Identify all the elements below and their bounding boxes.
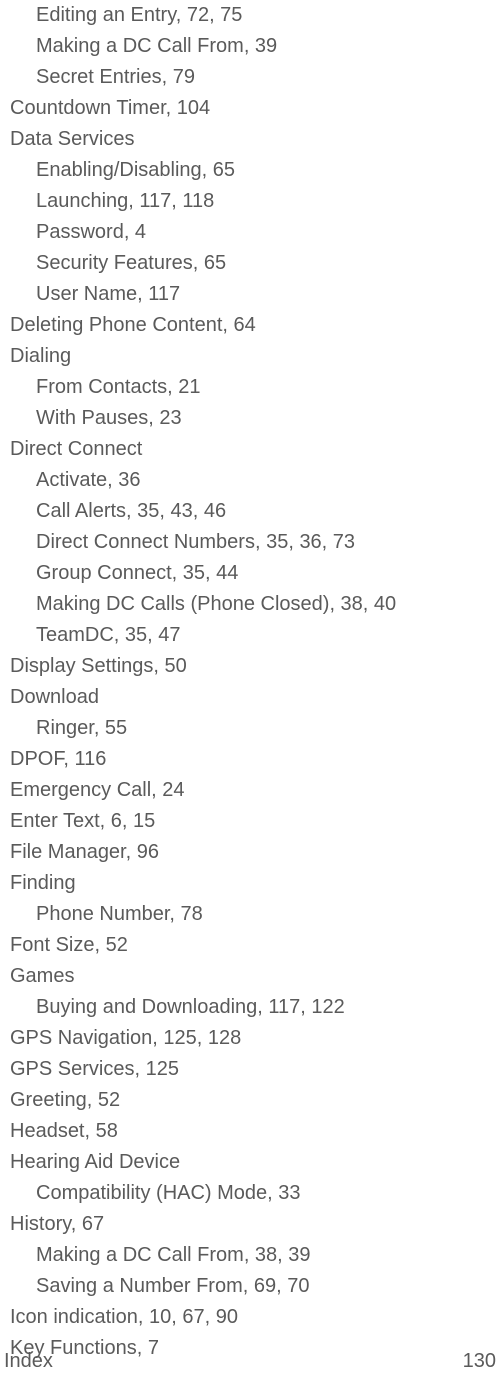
index-entry: Enter Text, 6, 15 [10, 806, 494, 837]
index-entry: GPS Navigation, 125, 128 [10, 1023, 494, 1054]
page: Editing an Entry, 72, 75Making a DC Call… [0, 0, 504, 1391]
index-entry: Display Settings, 50 [10, 651, 494, 682]
index-entry: Editing an Entry, 72, 75 [10, 0, 494, 31]
index-entry: Secret Entries, 79 [10, 62, 494, 93]
index-entry: Direct Connect Numbers, 35, 36, 73 [10, 527, 494, 558]
index-entry: Icon indication, 10, 67, 90 [10, 1302, 494, 1333]
index-entry: Ringer, 55 [10, 713, 494, 744]
index-entry: Buying and Downloading, 117, 122 [10, 992, 494, 1023]
index-entry: With Pauses, 23 [10, 403, 494, 434]
index-entry: Headset, 58 [10, 1116, 494, 1147]
index-entry: Making DC Calls (Phone Closed), 38, 40 [10, 589, 494, 620]
index-entry: Games [10, 961, 494, 992]
index-entry: Hearing Aid Device [10, 1147, 494, 1178]
index-entry: History, 67 [10, 1209, 494, 1240]
index-entry: Countdown Timer, 104 [10, 93, 494, 124]
index-entry: Making a DC Call From, 38, 39 [10, 1240, 494, 1271]
index-entry: Password, 4 [10, 217, 494, 248]
index-entry: DPOF, 116 [10, 744, 494, 775]
index-entry: Emergency Call, 24 [10, 775, 494, 806]
footer-section-label: Index [4, 1346, 53, 1377]
index-entry: Activate, 36 [10, 465, 494, 496]
index-entry: Security Features, 65 [10, 248, 494, 279]
index-entry: Launching, 117, 118 [10, 186, 494, 217]
index-entry: Font Size, 52 [10, 930, 494, 961]
index-entry: Saving a Number From, 69, 70 [10, 1271, 494, 1302]
index-entry: Deleting Phone Content, 64 [10, 310, 494, 341]
footer-page-number: 130 [463, 1346, 496, 1377]
index-entry: Greeting, 52 [10, 1085, 494, 1116]
index-entry: From Contacts, 21 [10, 372, 494, 403]
index-entry: File Manager, 96 [10, 837, 494, 868]
index-entry: Call Alerts, 35, 43, 46 [10, 496, 494, 527]
index-entry: GPS Services, 125 [10, 1054, 494, 1085]
index-list: Editing an Entry, 72, 75Making a DC Call… [0, 0, 504, 1364]
index-entry: Finding [10, 868, 494, 899]
index-entry: Enabling/Disabling, 65 [10, 155, 494, 186]
index-entry: Phone Number, 78 [10, 899, 494, 930]
index-entry: Making a DC Call From, 39 [10, 31, 494, 62]
index-entry: Compatibility (HAC) Mode, 33 [10, 1178, 494, 1209]
index-entry: Data Services [10, 124, 494, 155]
index-entry: Group Connect, 35, 44 [10, 558, 494, 589]
index-entry: Dialing [10, 341, 494, 372]
index-entry: TeamDC, 35, 47 [10, 620, 494, 651]
index-entry: User Name, 117 [10, 279, 494, 310]
index-entry: Download [10, 682, 494, 713]
index-entry: Direct Connect [10, 434, 494, 465]
page-footer: Index 130 [0, 1346, 504, 1377]
